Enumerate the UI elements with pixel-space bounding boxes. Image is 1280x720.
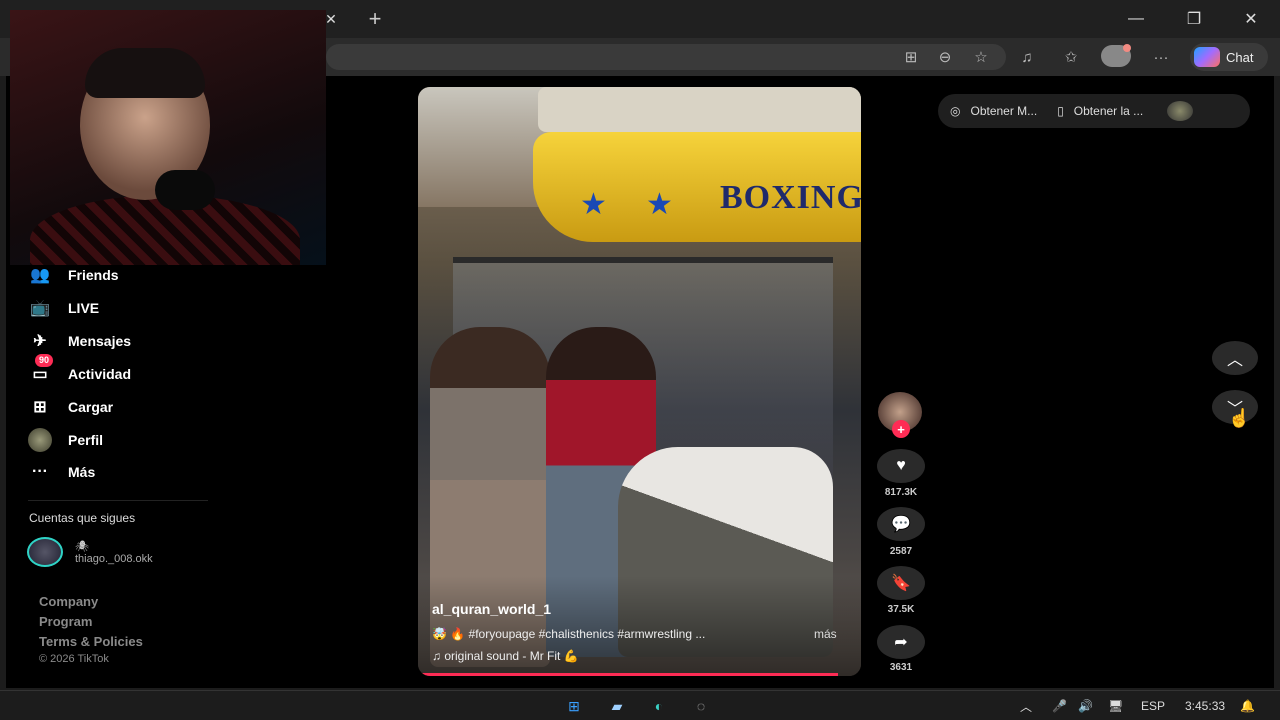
following-avatar <box>27 537 63 567</box>
extension-item-2[interactable]: Obtener la ... <box>1074 104 1143 118</box>
footer-link-terms[interactable]: Terms & Policies <box>39 634 143 649</box>
extension-bar: ◎ Obtener M... ▯ Obtener la ... <box>938 94 1250 128</box>
sidebar-item-perfil[interactable]: Perfil <box>28 427 103 453</box>
friends-icon: 👥 <box>30 267 50 284</box>
following-account[interactable]: 🕷 thiago._008.okk <box>27 537 153 567</box>
profile-avatar <box>28 428 52 452</box>
save-count: 37.5K <box>887 604 915 615</box>
video-sign-text: BOXING <box>720 179 861 216</box>
footer-link-company[interactable]: Company <box>39 594 98 609</box>
messages-icon: ✈ <box>33 333 47 350</box>
sidebar-item-label: LIVE <box>68 300 100 316</box>
like-count: 817.3K <box>884 487 918 498</box>
favorite-star-icon[interactable]: ☆ <box>968 45 994 69</box>
activity-glyph: ▭ <box>32 366 48 383</box>
app-icon[interactable]: ◌ <box>689 695 713 717</box>
comment-icon: 💬 <box>891 516 911 533</box>
comment-button[interactable]: 💬 <box>877 507 925 541</box>
webcam-overlay <box>10 10 326 265</box>
tray-chevron-icon[interactable]: ︿ <box>1020 695 1032 717</box>
following-heading: Cuentas que sigues <box>29 511 136 525</box>
sidebar-item-label: Perfil <box>68 432 104 448</box>
video-sound[interactable]: ♫ original sound - Mr Fit 💪 <box>432 649 579 663</box>
app-available-icon[interactable]: ⊞ <box>898 45 924 69</box>
notification-bell-icon[interactable]: 🔔 <box>1240 695 1255 717</box>
sidebar-divider <box>28 500 208 501</box>
sidebar-item-cargar[interactable]: ⊞ Cargar <box>28 394 113 420</box>
minimize-button[interactable]: — <box>1121 6 1151 32</box>
sidebar-item-mensajes[interactable]: ✈ Mensajes <box>28 328 131 354</box>
start-icon[interactable]: ⊞ <box>562 695 586 717</box>
more-icon: ··· <box>32 463 48 480</box>
save-button[interactable]: 🔖 <box>877 566 925 600</box>
previous-video-button[interactable]: ︿ <box>1212 341 1258 375</box>
sidebar-item-mas[interactable]: ··· Más <box>28 459 95 485</box>
favorites-icon[interactable]: ✩ <box>1058 45 1084 69</box>
video-progress[interactable] <box>418 673 838 676</box>
bookmark-icon: 🔖 <box>891 575 911 592</box>
sidebar-item-label: Cargar <box>68 399 114 415</box>
menu-dots-icon[interactable]: ··· <box>1148 45 1174 69</box>
video-username[interactable]: al_quran_world_1 <box>432 601 551 617</box>
share-arrow-icon: ➦ <box>894 634 908 651</box>
sidebar-item-actividad[interactable]: ▭ 90 Actividad <box>28 354 132 387</box>
like-button[interactable]: ♥ <box>877 449 925 483</box>
new-tab-button[interactable]: + <box>362 6 388 32</box>
edge-icon[interactable]: ◐ <box>647 695 671 717</box>
media-control-icon[interactable]: ♫ <box>1014 45 1040 69</box>
sidebar-item-label: Friends <box>68 267 119 283</box>
profile-notification-dot <box>1123 44 1131 52</box>
share-button[interactable]: ➦ <box>877 625 925 659</box>
video-more-link[interactable]: más <box>814 627 837 641</box>
notification-badge: 90 <box>35 354 54 367</box>
sidebar-item-label: Mensajes <box>68 333 132 349</box>
activity-icon: ▭ 90 <box>28 354 54 386</box>
extension-avatar[interactable] <box>1167 101 1194 121</box>
copilot-icon <box>1194 47 1220 67</box>
video-player[interactable]: ★ ★ BOXING al_quran_world_1 🤯 🔥 #foryoup… <box>418 87 861 676</box>
display-icon[interactable]: 🖥 <box>1108 695 1123 717</box>
microphone-icon[interactable]: 🎤 <box>1052 695 1067 717</box>
zoom-icon[interactable]: ⊖ <box>932 45 958 69</box>
phone-icon: ▯ <box>1057 104 1064 118</box>
comment-count: 2587 <box>889 546 913 557</box>
upload-icon: ⊞ <box>33 399 47 416</box>
language-indicator[interactable]: ESP <box>1141 695 1165 717</box>
copilot-chat-button[interactable]: Chat <box>1190 43 1268 71</box>
following-emoji: 🕷 <box>75 540 89 553</box>
live-icon: 📺 <box>30 300 50 317</box>
chevron-up-icon: ︿ <box>1226 352 1243 369</box>
follow-plus-icon[interactable]: + <box>892 420 910 438</box>
file-explorer-icon[interactable]: ▰ <box>605 695 629 717</box>
extension-icon: ◎ <box>950 104 961 118</box>
heart-icon: ♥ <box>896 457 906 474</box>
share-count: 3631 <box>889 662 913 673</box>
restore-button[interactable]: ❐ <box>1179 6 1209 32</box>
hand-cursor-icon: ☝ <box>1228 408 1251 428</box>
video-description: 🤯 🔥 #foryoupage #chalisthenics #armwrest… <box>432 627 706 641</box>
extension-item-1[interactable]: Obtener M... <box>970 104 1037 118</box>
following-username: thiago._008.okk <box>75 552 153 565</box>
footer-link-program[interactable]: Program <box>39 614 92 629</box>
volume-icon[interactable]: 🔊 <box>1078 695 1093 717</box>
sidebar-item-label: Más <box>68 464 96 480</box>
clock[interactable]: 3:45:33 <box>1185 695 1225 717</box>
copyright-text: © 2026 TikTok <box>39 653 109 665</box>
sidebar-item-label: Actividad <box>68 366 132 382</box>
sidebar-item-friends[interactable]: 👥 Friends <box>28 262 119 288</box>
close-window-button[interactable]: ✕ <box>1236 6 1266 32</box>
sidebar-item-live[interactable]: 📺 LIVE <box>28 295 99 321</box>
chat-label: Chat <box>1226 49 1254 65</box>
